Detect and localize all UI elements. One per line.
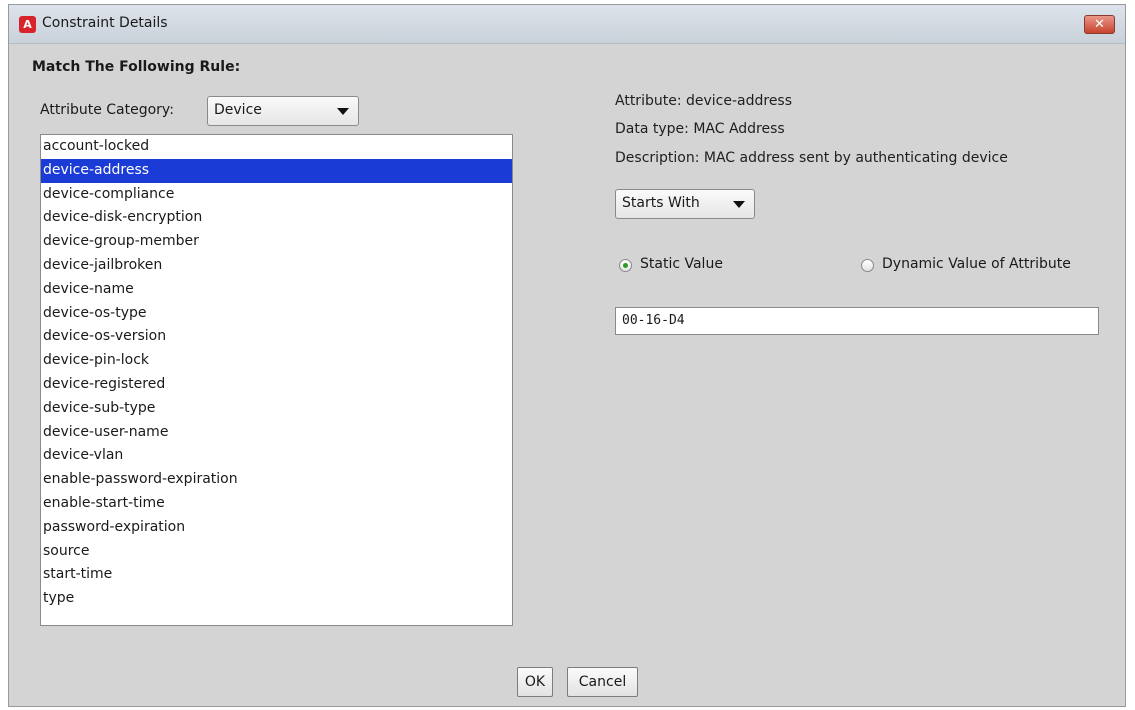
category-label: Attribute Category:	[40, 102, 174, 118]
list-item-selected[interactable]: device-address	[41, 158, 512, 183]
rule-heading: Match The Following Rule:	[32, 59, 241, 75]
radio-selected-dot	[623, 263, 628, 268]
app-logo-icon: A	[19, 16, 36, 33]
list-item[interactable]: device-name	[41, 278, 512, 302]
list-item[interactable]: device-disk-encryption	[41, 206, 512, 230]
dynamic-value-radio[interactable]	[861, 259, 874, 272]
attribute-info: Attribute: device-address	[615, 93, 793, 109]
description-info: Description: MAC address sent by authent…	[615, 150, 1008, 166]
category-select[interactable]: Device	[207, 96, 359, 126]
title-bar[interactable]: A Constraint Details ✕	[9, 5, 1125, 44]
list-item[interactable]: account-locked	[41, 135, 512, 159]
list-item[interactable]: start-time	[41, 563, 512, 587]
list-item[interactable]: device-pin-lock	[41, 349, 512, 373]
constraint-details-dialog: A Constraint Details ✕ Match The Followi…	[8, 4, 1126, 707]
list-item[interactable]: device-os-version	[41, 325, 512, 349]
list-item[interactable]: device-user-name	[41, 421, 512, 445]
list-item[interactable]: enable-password-expiration	[41, 468, 512, 492]
list-item[interactable]: source	[41, 540, 512, 564]
chevron-down-icon	[337, 108, 349, 115]
close-button[interactable]: ✕	[1084, 15, 1115, 34]
operator-select[interactable]: Starts With	[615, 189, 755, 219]
close-icon: ✕	[1094, 17, 1105, 32]
value-input[interactable]: 00-16-D4	[615, 307, 1099, 335]
list-item[interactable]: password-expiration	[41, 516, 512, 540]
list-item[interactable]: device-vlan	[41, 444, 512, 468]
attribute-list[interactable]: account-locked device-address device-compl…	[40, 134, 513, 626]
list-item[interactable]: device-sub-type	[41, 397, 512, 421]
ok-button[interactable]: OK	[517, 667, 553, 697]
data-type-info: Data type: MAC Address	[615, 121, 785, 137]
category-select-value: Device	[214, 102, 262, 118]
dynamic-value-label[interactable]: Dynamic Value of Attribute	[882, 256, 1071, 272]
list-item[interactable]: device-group-member	[41, 230, 512, 254]
cancel-button[interactable]: Cancel	[567, 667, 638, 697]
list-item[interactable]: device-compliance	[41, 183, 512, 207]
list-item[interactable]: device-jailbroken	[41, 254, 512, 278]
chevron-down-icon	[733, 201, 745, 208]
list-item[interactable]: device-os-type	[41, 302, 512, 326]
static-value-label[interactable]: Static Value	[640, 256, 723, 272]
list-item[interactable]: type	[41, 587, 512, 611]
static-value-radio[interactable]	[619, 259, 632, 272]
window-title: Constraint Details	[42, 15, 168, 31]
operator-select-value: Starts With	[622, 195, 700, 211]
list-item[interactable]: device-registered	[41, 373, 512, 397]
list-item[interactable]: enable-start-time	[41, 492, 512, 516]
